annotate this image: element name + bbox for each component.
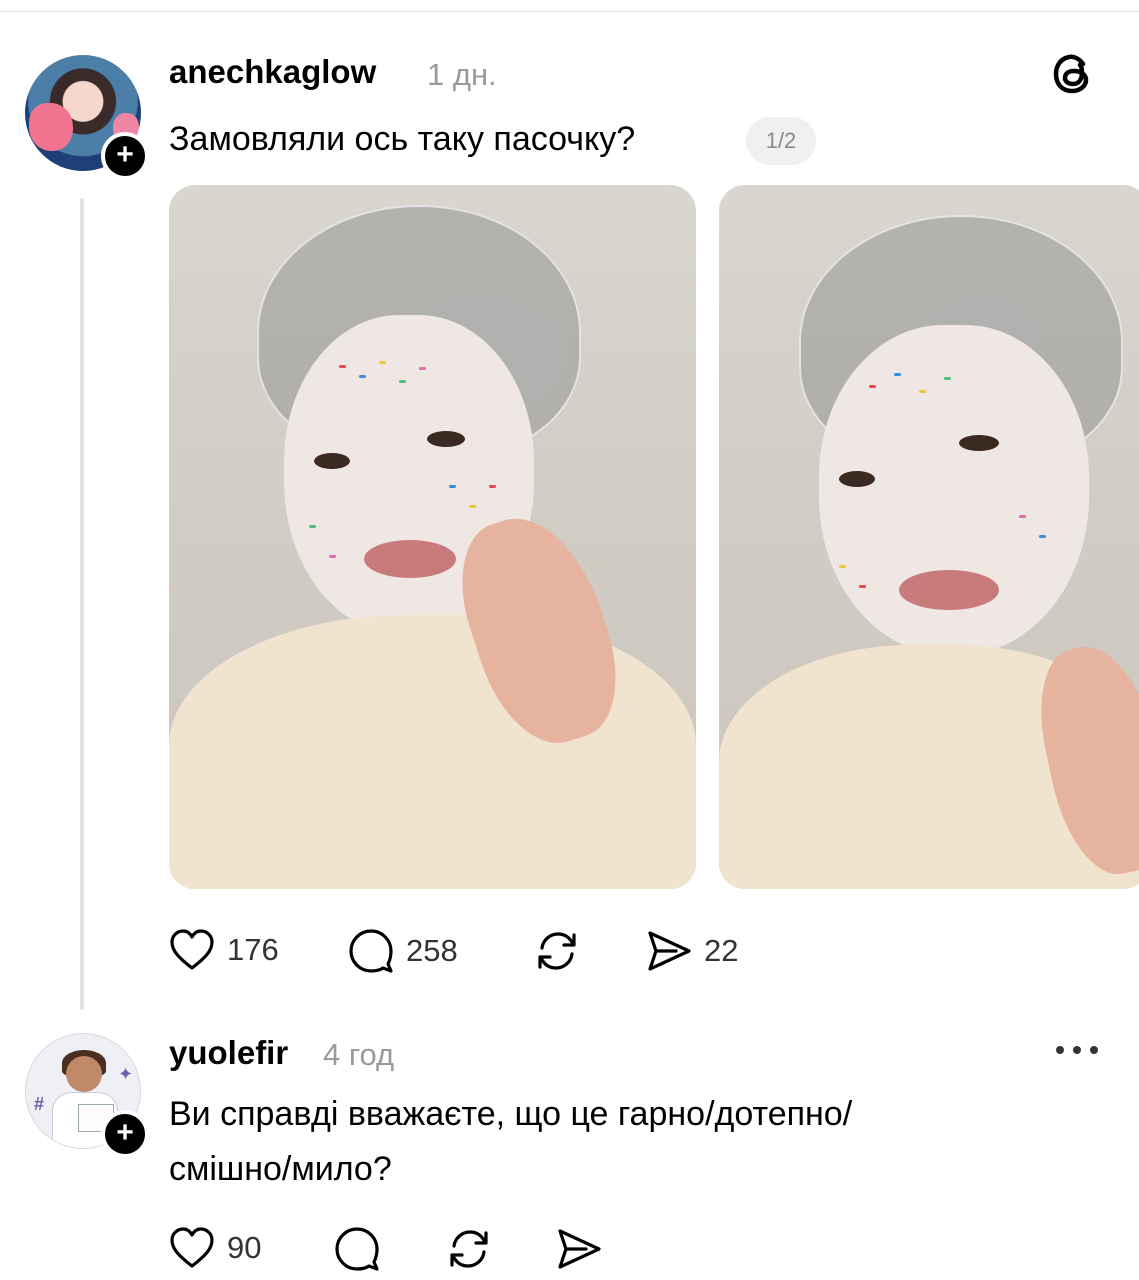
post-username[interactable]: anechkaglow	[169, 53, 376, 91]
send-icon	[648, 931, 691, 971]
sprinkle	[379, 361, 386, 364]
share-button[interactable]: 22	[646, 928, 738, 974]
star-decor-icon: ✦	[118, 1064, 134, 1084]
post-photo-2[interactable]	[719, 185, 1139, 889]
heart-icon	[170, 1227, 214, 1268]
sprinkle	[1019, 515, 1026, 518]
post-timestamp: 1 дн.	[427, 57, 497, 92]
eye	[959, 435, 999, 451]
comment-icon	[335, 1227, 379, 1271]
sprinkle	[489, 485, 496, 488]
avatar-face	[66, 1056, 102, 1092]
reply-share-button[interactable]	[556, 1226, 602, 1272]
eye	[839, 471, 875, 487]
like-count: 176	[227, 932, 279, 967]
follow-button[interactable]: +	[101, 1110, 149, 1158]
sprinkle	[859, 585, 866, 588]
sprinkle	[399, 380, 406, 383]
carousel-pager: 1/2	[746, 117, 816, 165]
sprinkle	[869, 385, 876, 388]
sprinkle	[339, 365, 346, 368]
more-icon[interactable]	[1054, 1042, 1100, 1058]
top-divider	[0, 11, 1139, 12]
sprinkle	[449, 485, 456, 488]
comment-icon	[349, 929, 393, 973]
sweater	[169, 615, 696, 889]
follow-button[interactable]: +	[101, 132, 149, 180]
reply-text-line-1: Ви справді вважаєте, що це гарно/дотепно…	[169, 1095, 853, 1133]
heart-icon	[170, 929, 214, 970]
hashtag-decor-icon: #	[34, 1094, 45, 1114]
sprinkle	[1039, 535, 1046, 538]
thread-connector-line	[80, 198, 84, 1010]
eye	[427, 431, 465, 447]
post-text: Замовляли ось таку пасочку?	[169, 120, 636, 158]
sprinkle	[309, 525, 316, 528]
like-button[interactable]: 176	[169, 928, 279, 972]
reply-repost-button[interactable]	[446, 1226, 492, 1272]
reply-text-line-2: смішно/мило?	[169, 1150, 392, 1188]
send-icon	[558, 1229, 601, 1269]
reply-username[interactable]: yuolefir	[169, 1034, 288, 1072]
lips	[364, 540, 456, 578]
sprinkle	[919, 390, 926, 393]
sprinkle	[359, 375, 366, 378]
plus-icon: +	[116, 1116, 134, 1149]
sprinkle	[329, 555, 336, 558]
share-count: 22	[704, 933, 739, 968]
reply-button[interactable]: 258	[348, 928, 458, 974]
sprinkle	[419, 367, 426, 370]
sprinkle	[944, 377, 951, 380]
avatar-glove-detail	[29, 103, 73, 151]
reply-like-count: 90	[227, 1230, 262, 1265]
reply-like-button[interactable]: 90	[169, 1226, 261, 1270]
reply-timestamp: 4 год	[323, 1037, 395, 1072]
repost-icon	[538, 932, 576, 970]
repost-icon	[450, 1230, 488, 1268]
sprinkle	[469, 505, 476, 508]
post-photo-1[interactable]	[169, 185, 696, 889]
lips	[899, 570, 999, 610]
repost-button[interactable]	[534, 928, 580, 974]
plus-icon: +	[116, 138, 134, 171]
eye	[314, 453, 350, 469]
sprinkle	[894, 373, 901, 376]
reply-reply-button[interactable]	[334, 1226, 380, 1272]
threads-icon[interactable]	[1050, 50, 1096, 98]
sprinkle	[839, 565, 846, 568]
reply-count: 258	[406, 933, 458, 968]
